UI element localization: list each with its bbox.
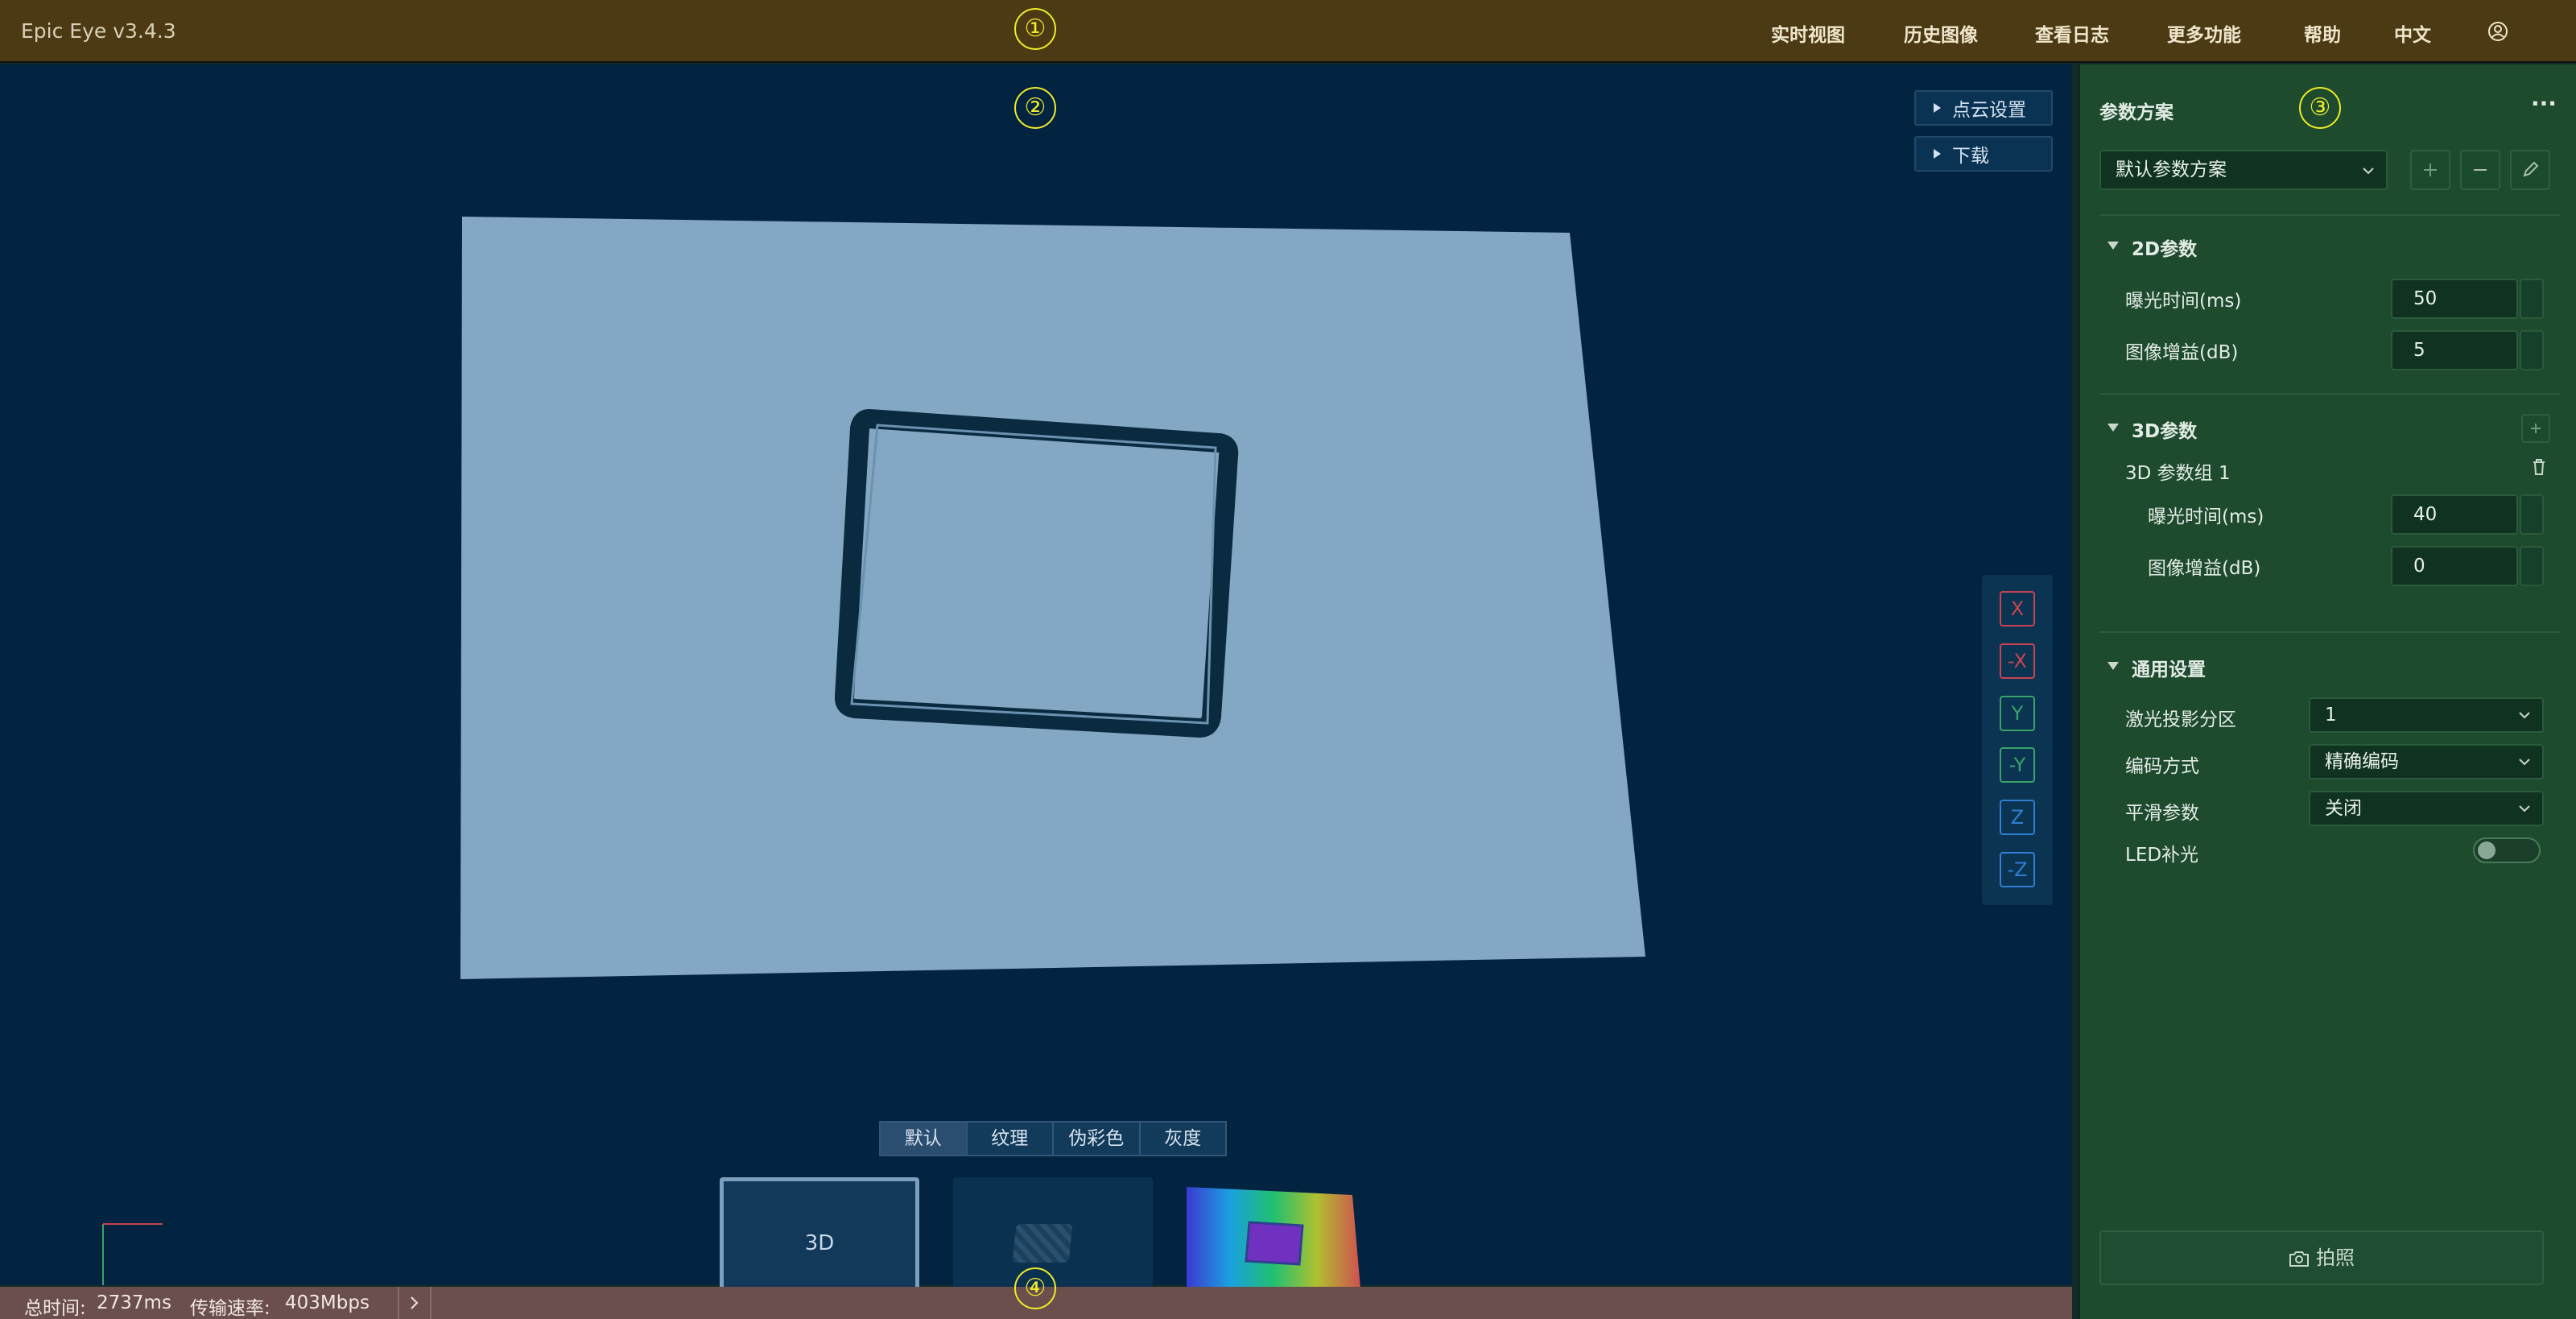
nav-language[interactable]: 中文: [2394, 19, 2431, 47]
trash-icon[interactable]: [2529, 457, 2549, 477]
exposure-3d-label: 曝光时间(ms): [2148, 507, 2264, 527]
view-neg-z-button[interactable]: -Z: [2000, 852, 2035, 887]
user-circle-icon[interactable]: [2487, 21, 2508, 42]
edit-scheme-button[interactable]: [2510, 150, 2550, 190]
section-3d-title: 3D参数: [2132, 421, 2198, 442]
plus-icon: [2424, 163, 2437, 176]
download-button[interactable]: 下载: [1914, 136, 2053, 172]
add-3d-group-button[interactable]: [2521, 414, 2550, 443]
marker-2: ②: [1014, 87, 1056, 129]
parameter-panel: 参数方案 ··· 默认参数方案 2D参数 曝光时间(ms) 50 图像增益(dB…: [2079, 64, 2576, 1319]
laser-partition-label: 激光投影分区: [2125, 709, 2236, 730]
gain-2d-input[interactable]: 5: [2391, 330, 2518, 370]
add-scheme-button[interactable]: [2410, 150, 2450, 190]
smoothing-select[interactable]: 关闭: [2309, 791, 2544, 826]
marker-1: ①: [1014, 8, 1056, 50]
divider: [2099, 393, 2560, 395]
encoding-select[interactable]: 精确编码: [2309, 744, 2544, 779]
scheme-select[interactable]: 默认参数方案: [2099, 150, 2388, 190]
display-mode-tabs: 默认 纹理 伪彩色 灰度: [879, 1121, 1227, 1156]
triangle-right-icon: [1934, 149, 1941, 159]
marker-4: ④: [1014, 1267, 1056, 1309]
chevron-right-icon: [411, 1296, 419, 1309]
chevron-down-icon: [2363, 167, 2374, 175]
transfer-rate-value: 403Mbps: [285, 1292, 369, 1313]
mode-default-tab[interactable]: 默认: [881, 1123, 968, 1155]
view-z-button[interactable]: Z: [2000, 800, 2035, 835]
more-icon[interactable]: ···: [2531, 90, 2557, 117]
mode-pseudocolor-tab[interactable]: 伪彩色: [1054, 1123, 1141, 1155]
section-2d-title: 2D参数: [2132, 239, 2198, 260]
point-cloud-settings-button[interactable]: 点云设置: [1914, 90, 2053, 126]
total-time-value: 2737ms: [97, 1292, 171, 1313]
collapse-general-icon[interactable]: [2107, 662, 2119, 670]
point-cloud-viewer[interactable]: 点云设置 下载 X -X Y -Y Z -Z 默认 纹理 伪彩色 灰度 3D: [0, 64, 2072, 1309]
nav-logs[interactable]: 查看日志: [2035, 19, 2109, 47]
divider: [2099, 631, 2560, 633]
view-neg-x-button[interactable]: -X: [2000, 643, 2035, 679]
total-time-label: 总时间:: [24, 1298, 86, 1319]
exposure-2d-input[interactable]: 50: [2391, 279, 2518, 319]
3d-group-label: 3D 参数组 1: [2125, 463, 2231, 484]
mode-texture-tab[interactable]: 纹理: [968, 1123, 1054, 1155]
chevron-down-icon: [2519, 712, 2530, 719]
toggle-knob: [2478, 841, 2496, 859]
gain-3d-input[interactable]: 0: [2391, 546, 2518, 586]
minus-icon: [2474, 169, 2487, 171]
led-fill-label: LED补光: [2125, 845, 2199, 866]
camera-icon: [2289, 1251, 2309, 1267]
collapse-3d-icon[interactable]: [2107, 424, 2119, 432]
gain-3d-stepper[interactable]: [2520, 546, 2544, 586]
remove-scheme-button[interactable]: [2460, 150, 2500, 190]
expand-status-button[interactable]: [398, 1287, 431, 1319]
axis-view-panel: X -X Y -Y Z -Z: [1982, 575, 2053, 905]
led-fill-toggle[interactable]: [2473, 837, 2541, 863]
chevron-down-icon: [2519, 805, 2530, 812]
marker-3: ③: [2299, 87, 2341, 129]
texture-preview-tray: [1012, 1224, 1073, 1263]
panel-title: 参数方案: [2099, 102, 2174, 123]
point-cloud-canvas[interactable]: [0, 64, 2072, 1285]
pencil-icon: [2523, 161, 2539, 177]
exposure-2d-stepper[interactable]: [2520, 279, 2544, 319]
section-general-title: 通用设置: [2132, 660, 2206, 680]
nav-help[interactable]: 帮助: [2304, 19, 2341, 47]
laser-partition-select[interactable]: 1: [2309, 697, 2544, 733]
smoothing-label: 平滑参数: [2125, 803, 2199, 824]
top-bar: Epic Eye v3.4.3 实时视图 历史图像 查看日志 更多功能 帮助 中…: [0, 0, 2576, 63]
gain-2d-stepper[interactable]: [2520, 330, 2544, 370]
exposure-3d-input[interactable]: 40: [2391, 494, 2518, 535]
triangle-right-icon: [1934, 103, 1941, 113]
chevron-down-icon: [2519, 759, 2530, 766]
view-y-button[interactable]: Y: [2000, 696, 2035, 731]
gain-3d-label: 图像增益(dB): [2148, 558, 2261, 579]
nav-history[interactable]: 历史图像: [1904, 19, 1978, 47]
view-x-button[interactable]: X: [2000, 591, 2035, 626]
point-cloud-plane: [460, 217, 1645, 979]
gain-2d-label: 图像增益(dB): [2125, 342, 2239, 363]
view-neg-y-button[interactable]: -Y: [2000, 747, 2035, 783]
nav-live-view[interactable]: 实时视图: [1771, 19, 1845, 47]
transfer-rate-label: 传输速率:: [190, 1298, 270, 1319]
exposure-2d-label: 曝光时间(ms): [2125, 291, 2242, 312]
app-title: Epic Eye v3.4.3: [21, 19, 176, 43]
divider: [2099, 214, 2560, 216]
plus-icon: [2531, 424, 2541, 433]
encoding-label: 编码方式: [2125, 756, 2199, 777]
capture-button[interactable]: 拍照: [2099, 1230, 2544, 1285]
exposure-3d-stepper[interactable]: [2520, 494, 2544, 535]
nav-more[interactable]: 更多功能: [2167, 19, 2241, 47]
mode-grayscale-tab[interactable]: 灰度: [1141, 1123, 1226, 1155]
collapse-2d-icon[interactable]: [2107, 242, 2119, 250]
